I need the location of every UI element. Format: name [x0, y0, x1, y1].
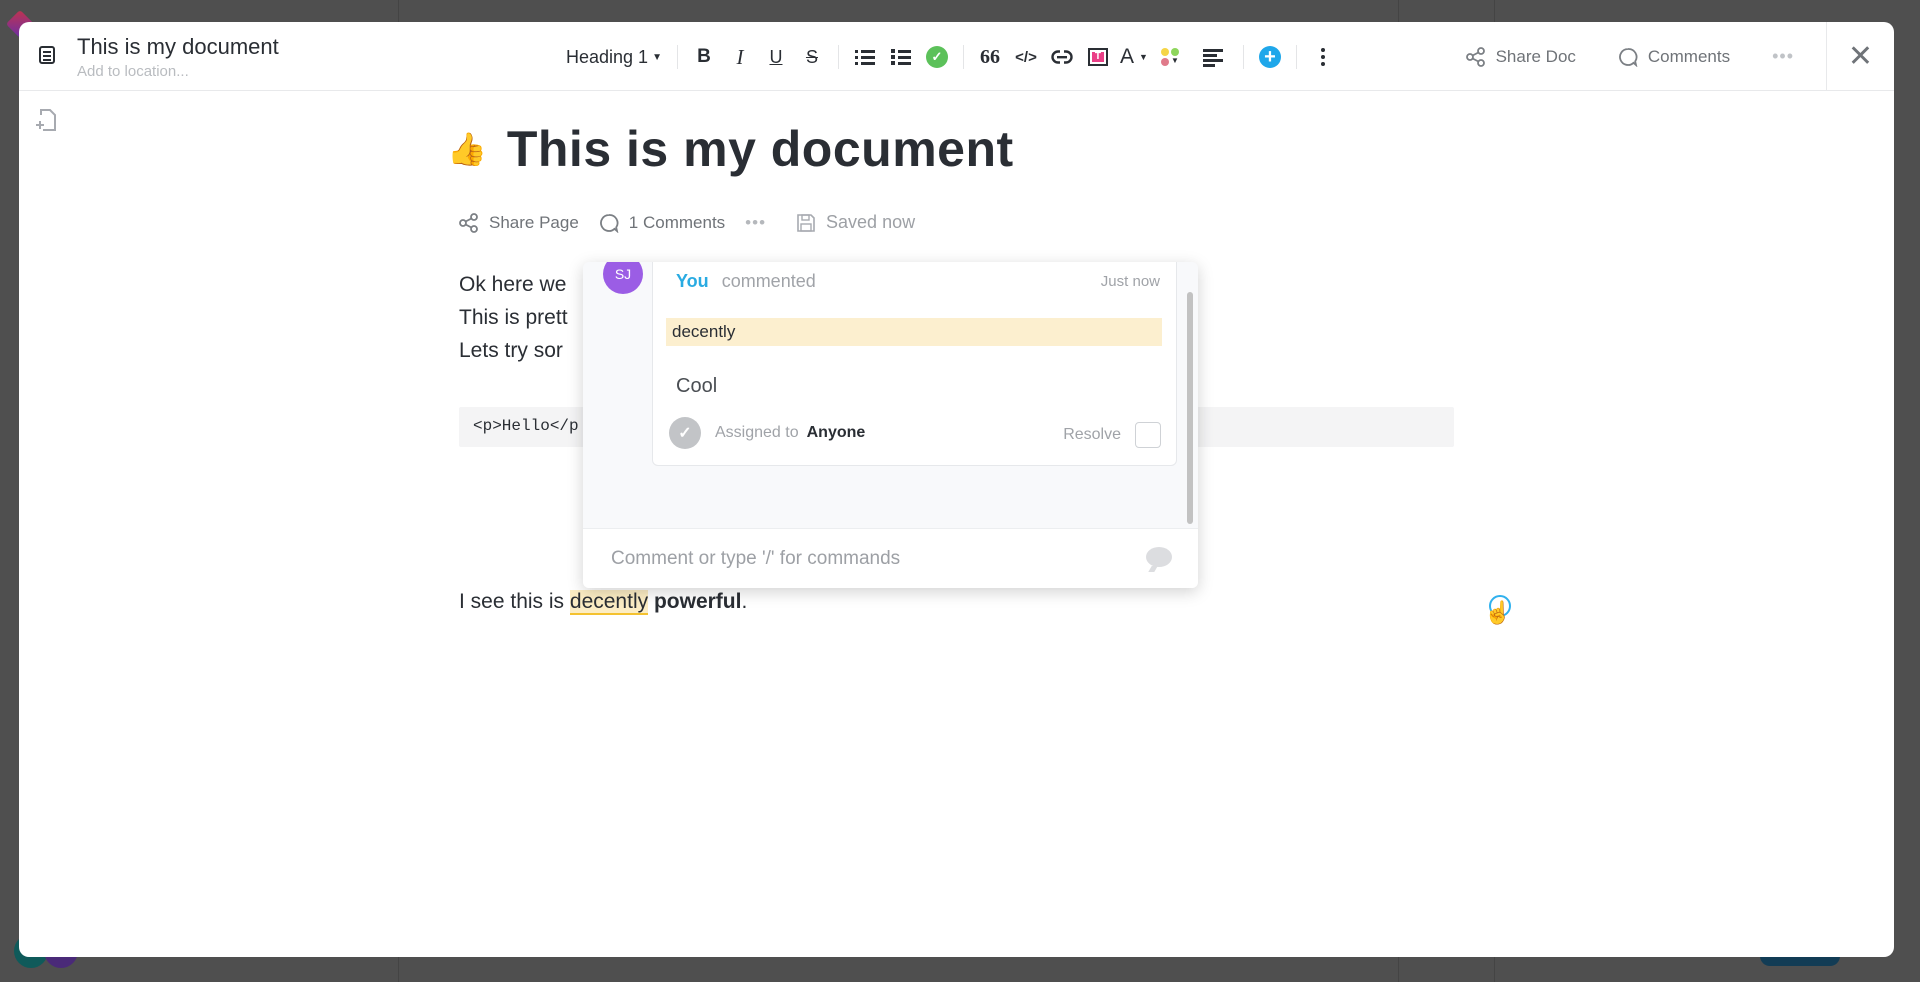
send-comment-icon[interactable]	[1146, 547, 1172, 567]
comment-popover: SJ You commented Just now decently Cool …	[583, 262, 1198, 588]
share-page-button[interactable]: Share Page	[459, 213, 579, 233]
more-options-button[interactable]	[1308, 42, 1338, 72]
document-modal: This is my document Add to location... H…	[19, 22, 1894, 957]
doc-line[interactable]: This is prett	[459, 301, 568, 334]
comment-input-placeholder: Comment or type '/' for commands	[611, 547, 901, 569]
comment-icon	[599, 213, 619, 233]
close-icon: ✕	[1847, 40, 1874, 73]
comment-time: Just now	[1100, 273, 1160, 290]
save-status: Saved now	[826, 212, 916, 232]
more-vertical-icon	[1320, 48, 1325, 52]
save-icon	[797, 213, 815, 232]
more-horizontal-icon[interactable]: •••	[1772, 46, 1794, 67]
share-doc-label: Share Doc	[1495, 46, 1576, 66]
insert-button[interactable]: +	[1255, 42, 1285, 72]
topbar-actions: Share Doc Comments ••• ✕	[1465, 22, 1894, 91]
comments-label: Comments	[1647, 46, 1731, 66]
text-run: .	[741, 590, 748, 613]
comment-author: You commented	[676, 271, 816, 292]
heading-select[interactable]: Heading 1 ▼	[562, 42, 666, 72]
share-icon	[459, 212, 478, 233]
underline-button[interactable]: U	[761, 42, 791, 72]
commented-highlight[interactable]: decently	[569, 590, 649, 615]
toolbar-divider	[1242, 45, 1244, 69]
avatar: SJ	[603, 262, 643, 294]
highlight-color-icon: ▼	[1159, 46, 1181, 68]
assign-button[interactable]: ✓ Assigned to Anyone	[669, 417, 865, 449]
link-icon	[1051, 50, 1073, 64]
add-page-icon[interactable]	[35, 107, 57, 133]
textbox-button[interactable]: T	[1083, 42, 1113, 72]
doc-title[interactable]: This is my document	[507, 120, 1014, 178]
highlight-color-button[interactable]: ▼	[1155, 42, 1185, 72]
heading-select-label: Heading 1	[566, 46, 649, 67]
doc-line-final[interactable]: I see this is decently powerful.	[459, 585, 747, 618]
insert-plus-icon: +	[1258, 46, 1281, 68]
checklist-icon: ✓	[925, 46, 948, 68]
doc-line[interactable]: Lets try sor	[459, 334, 563, 367]
text-run: I see this is	[459, 590, 570, 613]
share-doc-button[interactable]: Share Doc	[1465, 46, 1576, 67]
checklist-button[interactable]: ✓	[922, 42, 952, 72]
comment-body: Cool	[676, 375, 718, 397]
avatar-initials: SJ	[614, 266, 632, 282]
assignee-name: Anyone	[806, 424, 866, 441]
bold-button[interactable]: B	[689, 42, 719, 72]
page-comments-label: 1 Comments	[628, 212, 726, 232]
comment-verb: commented	[721, 271, 816, 291]
strikethrough-button[interactable]: S	[797, 42, 827, 72]
toolbar-divider	[962, 45, 964, 69]
comment-input[interactable]: Comment or type '/' for commands	[583, 528, 1198, 588]
toolbar-divider	[1295, 45, 1297, 69]
comment-card: You commented Just now decently Cool ✓ A…	[652, 262, 1177, 466]
text-color-icon: A	[1120, 45, 1135, 68]
hand-cursor-icon: ☝	[1484, 600, 1512, 625]
doc-title-block: 👍 This is my document	[447, 120, 1014, 178]
toolbar-divider	[676, 45, 678, 69]
resolve-checkbox[interactable]	[1135, 422, 1161, 448]
numbered-list-button[interactable]	[886, 42, 916, 72]
comments-button[interactable]: Comments	[1618, 47, 1730, 67]
link-button[interactable]	[1047, 42, 1077, 72]
comment-author-name[interactable]: You	[676, 271, 709, 291]
align-button[interactable]	[1198, 42, 1228, 72]
comment-icon	[1619, 47, 1638, 67]
resolve-control: Resolve	[1063, 422, 1161, 448]
add-to-location[interactable]: Add to location...	[77, 63, 189, 80]
thumbs-up-icon[interactable]: 👍	[447, 130, 487, 168]
close-button[interactable]: ✕	[1826, 22, 1894, 91]
comment-scrollbar[interactable]	[1187, 292, 1193, 524]
bullet-list-button[interactable]	[850, 42, 880, 72]
textbox-label: T	[1091, 52, 1104, 62]
page-more-icon[interactable]: •••	[745, 213, 766, 233]
comment-quote: decently	[666, 318, 1162, 346]
caret-down-icon: ▼	[652, 51, 662, 63]
page-comments-button[interactable]: 1 Comments	[599, 213, 725, 233]
toolbar-divider	[837, 45, 839, 69]
bullet-list-icon	[854, 49, 875, 65]
numbered-list-icon	[890, 49, 911, 65]
assigned-label: Assigned to	[715, 424, 799, 441]
doc-header-title[interactable]: This is my document	[77, 34, 279, 60]
bold-text: powerful	[653, 590, 742, 613]
text-color-button[interactable]: A ▼	[1119, 42, 1149, 72]
doc-line[interactable]: Ok here we	[459, 268, 566, 301]
resolve-label: Resolve	[1063, 426, 1121, 443]
assign-check-icon: ✓	[669, 417, 701, 449]
italic-button[interactable]: I	[725, 42, 755, 72]
textbox-icon: T	[1087, 48, 1108, 66]
share-icon	[1465, 46, 1485, 67]
code-button[interactable]: </>	[1011, 42, 1041, 72]
blockquote-button[interactable]: 66	[975, 42, 1005, 72]
document-icon	[39, 46, 55, 64]
formatting-toolbar: Heading 1 ▼ B I U S ✓ 66 </> T A ▼ ▼ +	[559, 42, 1341, 72]
code-text: <p>Hello</p	[473, 417, 579, 435]
doc-topbar: This is my document Add to location... H…	[19, 22, 1894, 91]
doc-meta-bar: Share Page 1 Comments ••• Saved now	[459, 212, 915, 233]
share-page-label: Share Page	[489, 212, 579, 232]
caret-down-icon: ▼	[1139, 52, 1148, 62]
align-left-icon	[1202, 49, 1223, 67]
